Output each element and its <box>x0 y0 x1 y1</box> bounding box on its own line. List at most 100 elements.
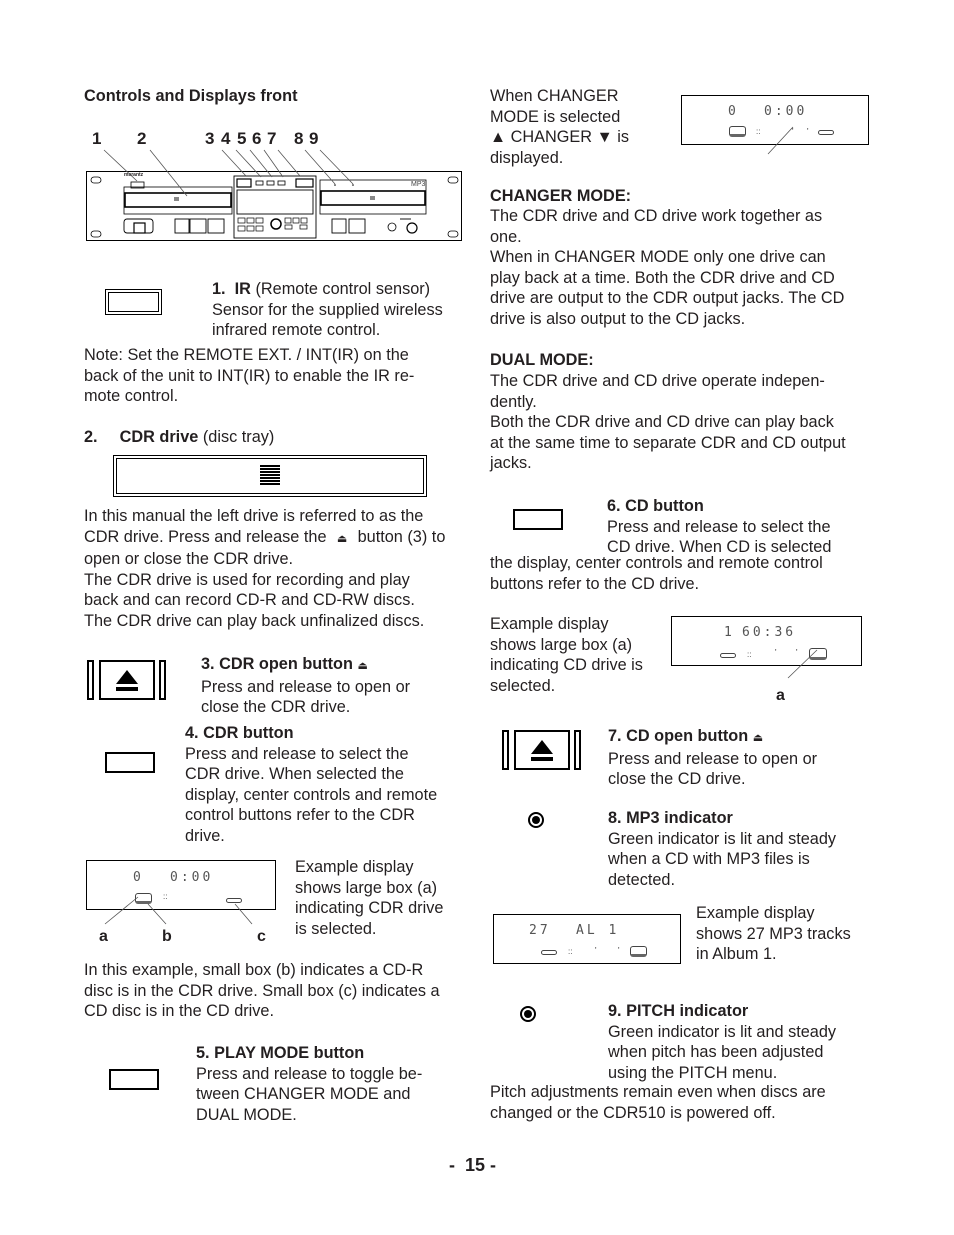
cdr-open-body: Press and release to open or close the C… <box>201 677 411 717</box>
cd-open-title: 7. CD open button <box>608 727 749 745</box>
display-time: 0:00 <box>170 870 214 885</box>
callout-1: 1 <box>92 129 102 148</box>
pitch-indicator-icon <box>520 1006 536 1022</box>
changer-mode-heading: CHANGER MODE: <box>490 187 632 205</box>
pitch-title: 9. PITCH indicator <box>608 1002 749 1020</box>
changer-leader-line <box>767 126 794 155</box>
cdr-selected-indicator <box>729 126 746 137</box>
mp3-indicator-icon <box>528 812 544 828</box>
changer-mode-body: The CDR drive and CD drive work together… <box>490 207 845 328</box>
eject-inline-icon: ⏏ <box>357 660 368 672</box>
cd-button-description: 6. CD button Press and release to select… <box>607 496 877 558</box>
mp3-body: Green indicator is lit and steady when a… <box>608 829 837 889</box>
cd-button-icon <box>513 509 563 530</box>
cd-disc-indicator <box>818 130 834 135</box>
display-track: 0 <box>728 104 739 119</box>
cd-open-body: Press and release to open or close the C… <box>608 749 818 789</box>
callout-c: c <box>257 928 266 945</box>
ir-sensor-icon <box>105 289 162 315</box>
cdr-disc-tray-icon <box>113 455 427 497</box>
display-track: 1 <box>724 625 735 640</box>
ir-subtitle: (Remote control sensor) <box>255 280 431 298</box>
callout-3: 3 <box>205 129 215 148</box>
cdr-disc-indicator <box>541 950 557 955</box>
eject-inline-icon: ⏏ <box>752 732 764 744</box>
cd-open-description: 7. CD open button ⏏ Press and release to… <box>608 726 878 790</box>
ir-body: Sensor for the supplied wireless infrare… <box>212 300 443 340</box>
cdr-drive-title: CDR drive <box>119 428 199 446</box>
changer-down-mark: ' <box>618 946 620 955</box>
brand-logo: marantz <box>124 172 144 178</box>
cdr-drive-number: 2. <box>84 428 98 446</box>
cdr-button-icon <box>105 752 155 773</box>
cd-button-body-b: the display, center controls and remote … <box>490 554 823 593</box>
cd-display-leader-line <box>787 649 818 679</box>
page-number: - 15 - <box>449 1155 497 1175</box>
display-track: 0 <box>133 870 144 885</box>
cd-selected-indicator <box>630 946 647 957</box>
play-mode-button-icon <box>109 1069 159 1090</box>
cd-button-body-a: Press and release to select the CD drive… <box>607 517 832 557</box>
cdr-drive-heading: 2. CDR drive (disc tray) <box>84 427 274 448</box>
cd-example-text: Example display shows large box (a) indi… <box>490 615 643 695</box>
cdr-example-explanation: In this example, small box (b) indicates… <box>84 961 440 1020</box>
colon-indicator: :: <box>568 947 573 956</box>
cdr-drive-subtitle: (disc tray) <box>202 428 275 446</box>
mp3-example-display: 27 AL 1 :: ' ' <box>493 914 681 964</box>
cdr-open-button-icon <box>87 660 167 700</box>
eject-inline-icon: ⏏ <box>336 532 348 545</box>
dual-mode-heading: DUAL MODE: <box>490 351 594 369</box>
cd-button-title: 6. CD button <box>607 497 704 515</box>
changer-up-mark: ' <box>775 648 777 657</box>
play-mode-title: 5. PLAY MODE button <box>196 1044 365 1062</box>
cdr-disc-indicator <box>720 653 736 658</box>
callout-7: 7 <box>267 129 277 148</box>
mp3-example-text: Example display shows 27 MP3 tracks in A… <box>696 904 851 963</box>
panel-drawing <box>90 175 459 239</box>
cdr-open-description: 3. CDR open button ⏏ Press and release t… <box>201 654 471 718</box>
callout-2: 2 <box>137 129 147 148</box>
changer-intro-1: When CHANGER MODE is selected <box>490 87 621 126</box>
cdr-button-body: Press and release to select the CDR driv… <box>185 744 438 845</box>
callout-b: b <box>162 928 172 945</box>
cdr-button-title: 4. CDR button <box>185 724 294 742</box>
colon-indicator: :: <box>747 650 752 659</box>
pitch-after: Pitch adjustments remain even when discs… <box>490 1083 826 1122</box>
dual-mode-body: The CDR drive and CD drive operate indep… <box>490 372 846 472</box>
cdr-example-text: Example display shows large box (a) indi… <box>295 858 444 938</box>
cdr-drive-body-1c: open or close the CDR drive. <box>84 550 294 568</box>
changer-down-mark: ' <box>807 127 809 136</box>
cdr-drive-body-1b: button (3) to <box>357 527 446 546</box>
mp3-label: MP3 <box>411 181 426 188</box>
changer-intro: When CHANGER MODE is selected ▲ CHANGER … <box>490 86 670 168</box>
changer-up-mark: ' <box>595 946 597 955</box>
ir-note: Note: Set the REMOTE EXT. / INT(IR) on t… <box>84 346 415 405</box>
play-mode-description: 5. PLAY MODE button Press and release to… <box>196 1043 466 1125</box>
callout-5: 5 <box>237 129 247 148</box>
disc-logo-icon <box>260 465 280 485</box>
ir-description: 1. IR (Remote control sensor) Sensor for… <box>212 279 472 341</box>
pitch-description: 9. PITCH indicator Green indicator is li… <box>608 1001 878 1083</box>
changer-intro-3: displayed. <box>490 148 564 167</box>
front-panel-illustration: marantz MP3 <box>86 171 462 241</box>
callout-a: a <box>99 928 108 945</box>
mp3-description: 8. MP3 indicator Green indicator is lit … <box>608 808 878 890</box>
cd-open-button-icon <box>502 730 582 770</box>
play-mode-body: Press and release to toggle be- tween CH… <box>196 1064 423 1124</box>
callout-6: 6 <box>252 129 262 148</box>
display-album: AL 1 <box>576 923 620 938</box>
changer-intro-2: ▲ CHANGER ▼ is <box>490 128 629 146</box>
callout-a: a <box>776 687 785 704</box>
cdr-drive-description: In this manual the left drive is referre… <box>84 506 474 631</box>
callout-9: 9 <box>309 129 319 148</box>
cdr-display-leader-lines <box>104 896 253 925</box>
section-title: Controls and Displays front <box>84 87 298 105</box>
ir-title: IR <box>234 280 251 298</box>
pitch-body: Green indicator is lit and steady when p… <box>608 1022 837 1082</box>
mp3-title: 8. MP3 indicator <box>608 809 733 827</box>
cdr-button-description: 4. CDR button Press and release to selec… <box>185 723 470 846</box>
cd-example-display: 1 60:36 :: ' ' <box>671 616 862 666</box>
display-tracks: 27 <box>529 923 551 938</box>
cdr-drive-body-2: The CDR drive is used for recording and … <box>84 570 425 630</box>
ir-number: 1. <box>212 280 226 298</box>
